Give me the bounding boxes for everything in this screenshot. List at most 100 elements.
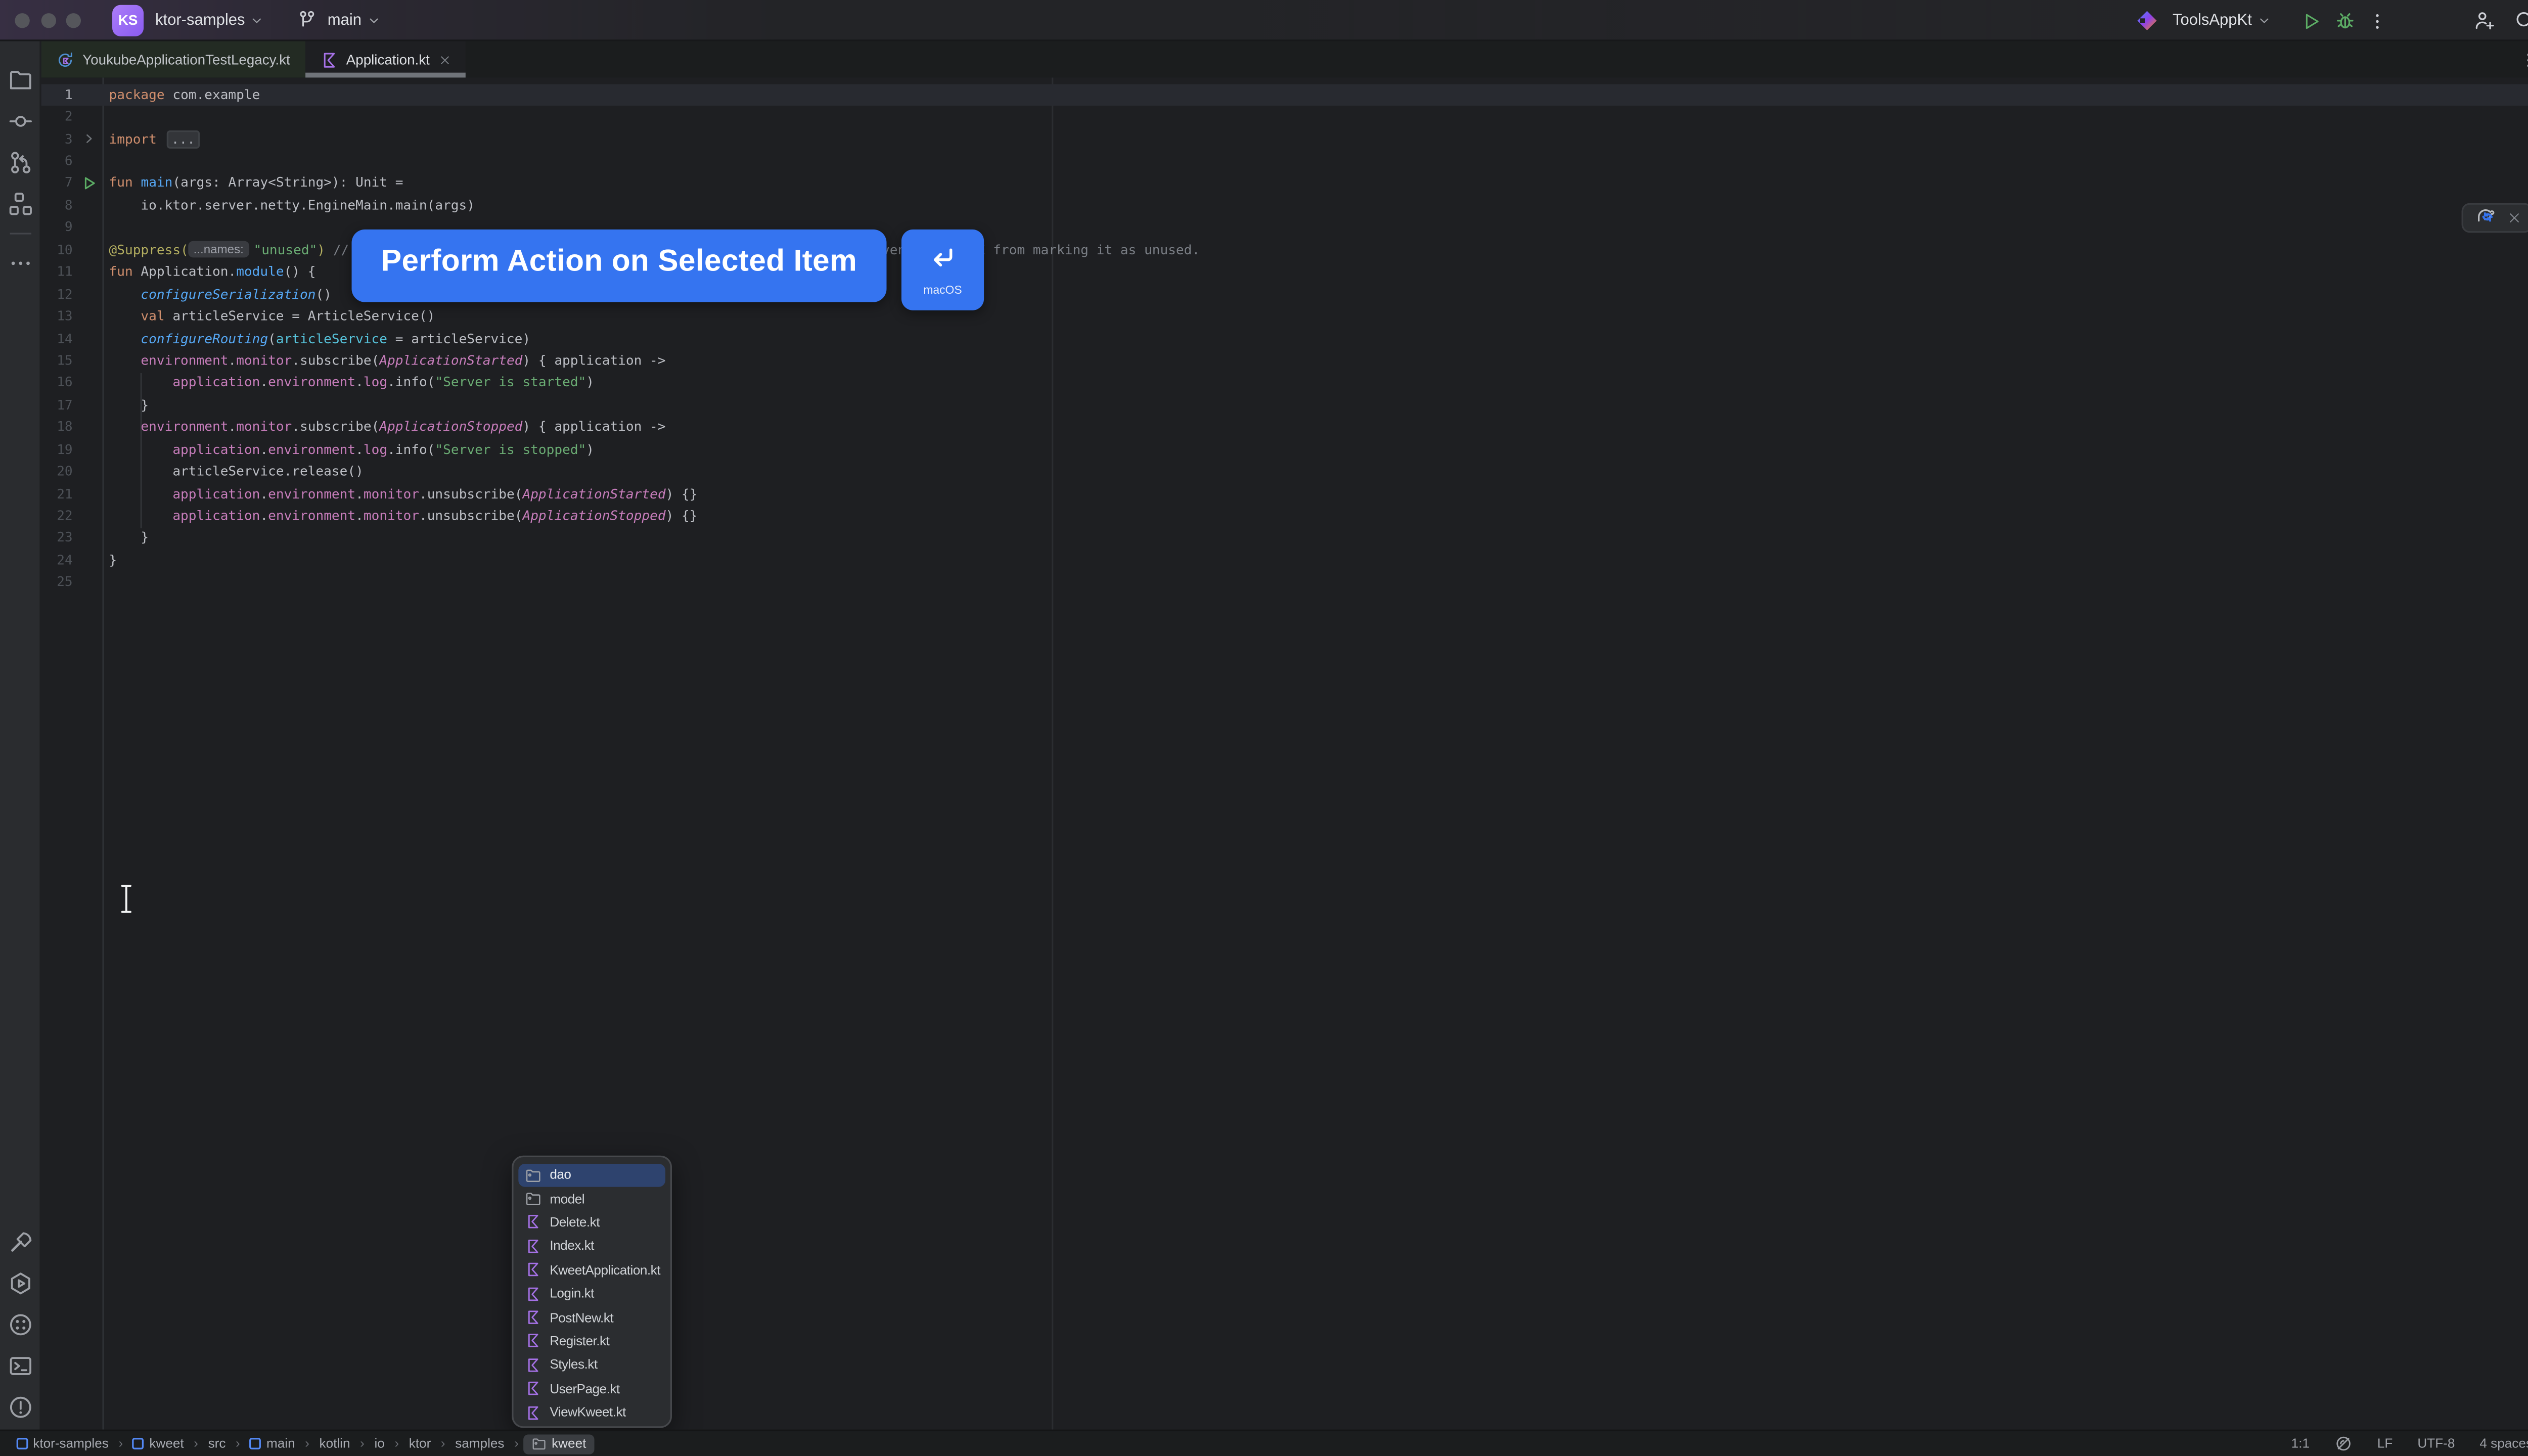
list-item-PostNew.kt[interactable]: PostNew.kt — [518, 1305, 665, 1329]
breadcrumb-item-main[interactable]: main — [245, 1435, 300, 1453]
breadcrumb-separator: › — [394, 1436, 399, 1451]
breadcrumb-label: kweet — [149, 1436, 184, 1451]
line-separator-widget[interactable]: LF — [2377, 1436, 2393, 1451]
close-window-button[interactable] — [15, 12, 29, 27]
debug-button[interactable] — [2328, 4, 2361, 37]
list-item-Styles.kt[interactable]: Styles.kt — [518, 1353, 665, 1377]
list-item-Index.kt[interactable]: Index.kt — [518, 1234, 665, 1258]
code-line[interactable]: 25 — [41, 572, 2528, 594]
list-item-ViewKweet.kt[interactable]: ViewKweet.kt — [518, 1400, 665, 1424]
build-icon[interactable] — [4, 1225, 38, 1260]
code-line[interactable]: 2 — [41, 106, 2528, 128]
fold-toggle-icon[interactable] — [76, 128, 101, 150]
branch-widget[interactable]: main — [291, 4, 381, 36]
list-item-dao[interactable]: dao — [518, 1163, 665, 1187]
code-line[interactable]: 1package com.example — [41, 84, 2528, 106]
keystroke-key-badge: macOS — [901, 230, 984, 310]
window-controls[interactable] — [15, 12, 81, 27]
folder-icon — [525, 1167, 541, 1184]
more-actions-button[interactable] — [2361, 4, 2394, 37]
close-tab-icon[interactable] — [439, 54, 451, 65]
code-line[interactable]: 21 application.environment.monitor.unsub… — [41, 483, 2528, 505]
code-line[interactable]: 17 } — [41, 394, 2528, 417]
tab-YoukubeApplicationTestLegacy.kt[interactable]: YoukubeApplicationTestLegacy.kt — [41, 41, 305, 78]
line-number: 22 — [41, 505, 73, 527]
code-text: fun Application.module() { — [109, 261, 316, 284]
code-text: package com.example — [109, 84, 260, 106]
code-text: environment.monitor.subscribe(Applicatio… — [109, 417, 666, 439]
code-line[interactable]: 15 environment.monitor.subscribe(Applica… — [41, 350, 2528, 372]
breadcrumb-item-kweet[interactable]: kweet — [524, 1434, 595, 1453]
search-everywhere-button[interactable] — [2508, 4, 2528, 37]
load-gradle-changes-icon[interactable] — [2474, 203, 2495, 233]
breadcrumb-item-src[interactable]: src — [203, 1435, 231, 1453]
breadcrumb-label: ktor-samples — [33, 1436, 109, 1451]
code-line[interactable]: 8 io.ktor.server.netty.EngineMain.main(a… — [41, 195, 2528, 217]
highlighting-off-icon[interactable] — [2334, 1435, 2353, 1453]
top-bar-right: ToolsAppKt — [2131, 0, 2528, 41]
code-text: configureRouting(articleService = articl… — [109, 328, 531, 350]
breadcrumb-item-io[interactable]: io — [370, 1435, 390, 1453]
commit-icon[interactable] — [4, 104, 38, 139]
close-icon[interactable] — [2507, 211, 2520, 224]
coverage-icon[interactable] — [4, 1307, 38, 1342]
run-configuration[interactable]: ToolsAppKt — [2173, 12, 2252, 30]
indent-widget[interactable]: 4 spaces — [2479, 1436, 2528, 1451]
line-number: 25 — [41, 572, 73, 594]
code-line[interactable]: 7fun main(args: Array<String>): Unit = — [41, 172, 2528, 195]
list-item-UserPage.kt[interactable]: UserPage.kt — [518, 1377, 665, 1400]
run-button[interactable] — [2295, 4, 2328, 37]
code-text: environment.monitor.subscribe(Applicatio… — [109, 350, 666, 372]
problems-icon[interactable] — [4, 1390, 38, 1425]
breadcrumb-item-ktor[interactable]: ktor — [404, 1435, 436, 1453]
code-line[interactable]: 13 val articleService = ArticleService() — [41, 305, 2528, 328]
keystroke-action-text: Perform Action on Selected Item — [381, 243, 857, 279]
kotlin-file-icon — [525, 1380, 541, 1397]
kotlin-test-file-icon — [56, 51, 74, 69]
code-line[interactable]: 19 application.environment.log.info("Ser… — [41, 439, 2528, 461]
services-icon[interactable] — [4, 1266, 38, 1301]
tab-Application.kt[interactable]: Application.kt — [305, 41, 466, 78]
breadcrumb-item-samples[interactable]: samples — [450, 1435, 509, 1453]
minimize-window-button[interactable] — [40, 12, 55, 27]
code-line[interactable]: 6 — [41, 150, 2528, 172]
status-bar: ktor-samples›kweet›src›main›kotlin›io›kt… — [0, 1430, 2528, 1456]
project-widget[interactable]: KS ktor-samples — [81, 4, 265, 35]
editor-tab-bar: YoukubeApplicationTestLegacy.ktApplicati… — [41, 41, 2528, 78]
list-item-Register.kt[interactable]: Register.kt — [518, 1329, 665, 1353]
caret-position-widget[interactable]: 1:1 — [2291, 1436, 2310, 1451]
terminal-icon[interactable] — [4, 1349, 38, 1384]
code-line[interactable]: 20 articleService.release() — [41, 461, 2528, 483]
pull-requests-icon[interactable] — [4, 145, 38, 180]
chevron-down-icon — [367, 12, 381, 27]
list-item-KweetApplication.kt[interactable]: KweetApplication.kt — [518, 1258, 665, 1282]
breadcrumb-item-kweet[interactable]: kweet — [128, 1435, 189, 1453]
chevron-down-icon — [250, 12, 264, 27]
maximize-window-button[interactable] — [66, 12, 81, 27]
line-number: 16 — [41, 372, 73, 394]
code-line[interactable]: 14 configureRouting(articleService = art… — [41, 328, 2528, 350]
list-item-Delete.kt[interactable]: Delete.kt — [518, 1210, 665, 1234]
breadcrumb-item-kotlin[interactable]: kotlin — [314, 1435, 355, 1453]
list-item-model[interactable]: model — [518, 1187, 665, 1210]
breadcrumb-separator: › — [441, 1436, 445, 1451]
code-text: io.ktor.server.netty.EngineMain.main(arg… — [109, 195, 475, 217]
run-gutter-icon[interactable] — [76, 172, 101, 195]
structure-icon[interactable] — [4, 187, 38, 221]
more-icon[interactable] — [4, 246, 38, 281]
code-line[interactable]: 18 environment.monitor.subscribe(Applica… — [41, 417, 2528, 439]
list-item-Login.kt[interactable]: Login.kt — [518, 1282, 665, 1305]
code-line[interactable]: 16 application.environment.log.info("Ser… — [41, 372, 2528, 394]
tab-options-button[interactable] — [2519, 41, 2528, 78]
gradle-sync-widget[interactable] — [2462, 203, 2528, 233]
encoding-widget[interactable]: UTF-8 — [2417, 1436, 2455, 1451]
code-line[interactable]: 3import ... — [41, 128, 2528, 150]
project-folder-icon[interactable] — [4, 63, 38, 98]
code-with-me-button[interactable] — [2466, 4, 2499, 37]
code-line[interactable]: 22 application.environment.monitor.unsub… — [41, 505, 2528, 527]
kotlin-file-icon — [525, 1333, 541, 1349]
chevron-down-icon[interactable] — [2257, 13, 2272, 28]
code-line[interactable]: 24} — [41, 550, 2528, 572]
code-line[interactable]: 23 } — [41, 527, 2528, 550]
breadcrumb-item-ktor-samples[interactable]: ktor-samples — [12, 1435, 114, 1453]
